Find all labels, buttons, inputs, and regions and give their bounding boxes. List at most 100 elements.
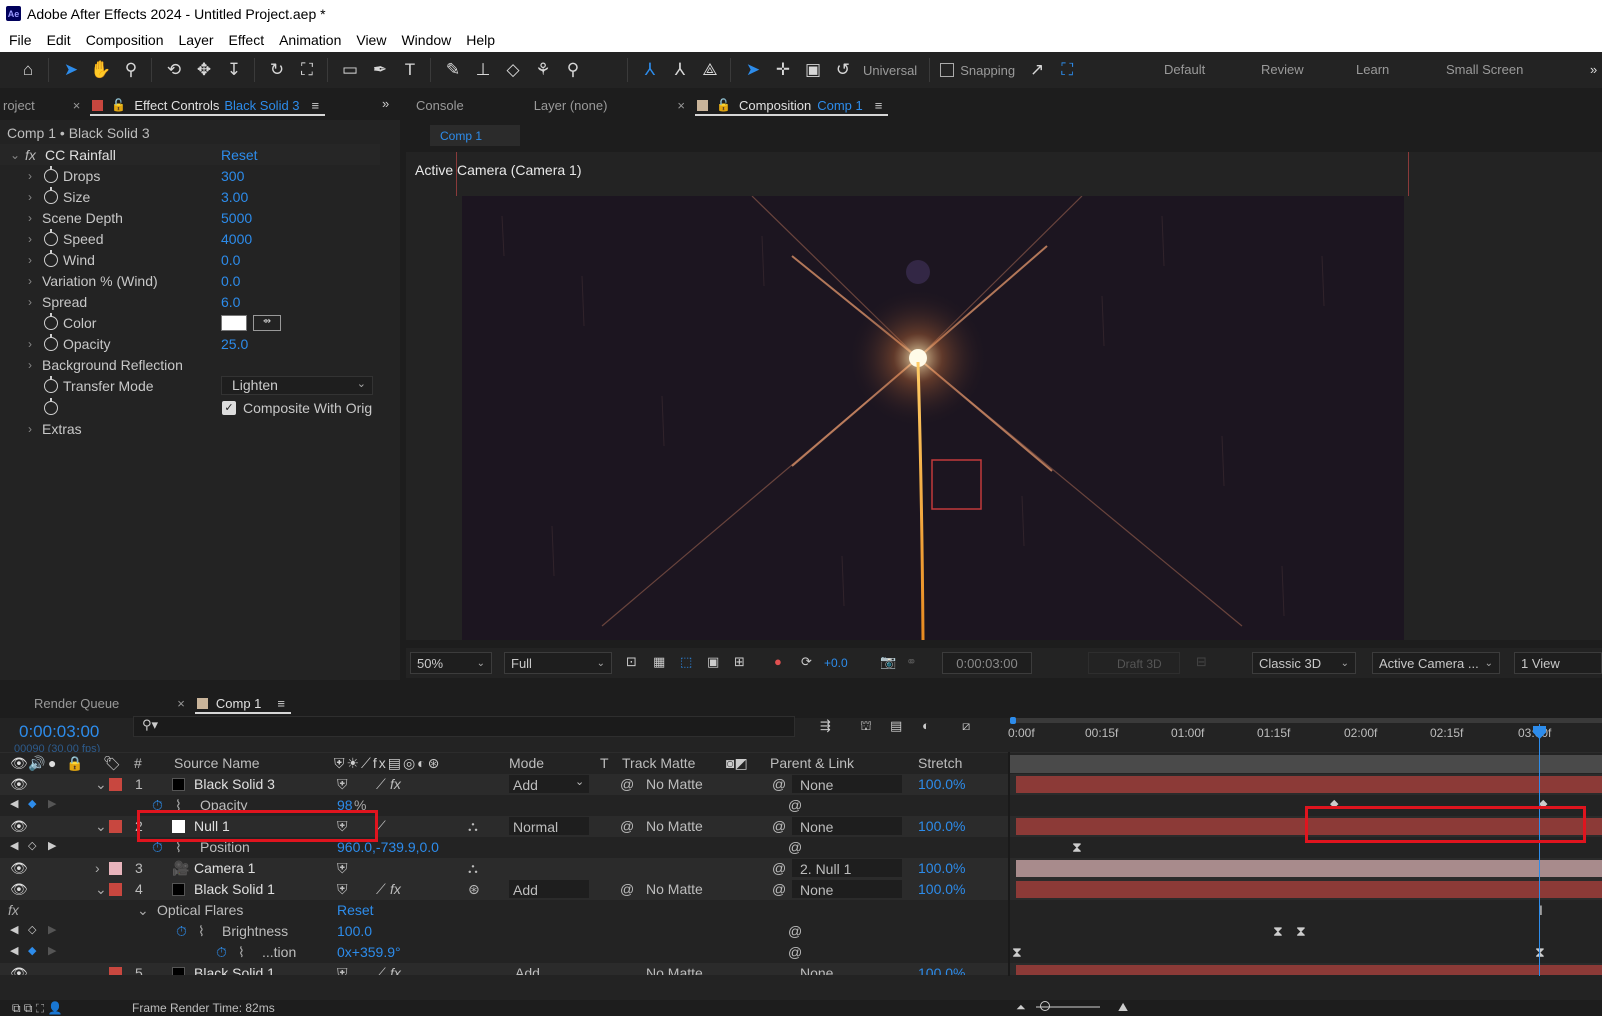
prop-speed[interactable]: › Speed 4000 [0,228,380,249]
snapping-checkbox[interactable] [940,63,955,77]
workspace-learn[interactable]: Learn [1356,62,1389,77]
fx-icon[interactable]: fx [25,147,36,163]
composition-viewer[interactable]: Active Camera (Camera 1) [406,152,1602,640]
menu-edit[interactable]: Edit [47,32,71,48]
rectangle-tool-icon[interactable]: ▭ [336,56,364,84]
tab-comp-timeline[interactable]: Comp 1 ≡ [185,688,295,718]
stretch-value[interactable]: 100.0% [918,860,965,876]
snapshot-camera-icon[interactable]: 📷 [880,654,896,670]
fast-previews-icon[interactable]: ⊡ [626,654,637,670]
property-row-brightness[interactable]: ◀ ◇ ▶ ⏱ ⌇ Brightness 100.0 @ ⧗ ⧗ [0,921,1602,942]
quality-switch-icon[interactable]: ⟋ [376,881,386,898]
shy-switch-icon[interactable]: ⛨ [337,965,348,975]
close-icon[interactable]: × [177,696,185,711]
next-keyframe-icon[interactable]: ▶ [48,797,56,810]
zoom-out-icon[interactable]: ⏶ [1016,1000,1026,1015]
draft-3d-toggle[interactable]: Draft 3D [1088,652,1180,674]
menu-effect[interactable]: Effect [229,32,265,48]
puppet-pin-icon[interactable]: ⚲ [559,56,587,84]
prop-composite[interactable]: ✓ Composite With Orig [0,397,380,418]
status-icons[interactable]: ⧉ ⧉ ⛶ 👤 [12,1001,62,1016]
prev-keyframe-icon[interactable]: ◀ [10,839,18,852]
eye-icon[interactable]: 👁 [10,965,28,975]
menu-view[interactable]: View [356,32,386,48]
reset-exposure-icon[interactable]: ⟳ [801,654,812,670]
timeline-divider[interactable] [1008,752,1010,976]
track-matte-link-icon[interactable]: @ [620,776,634,792]
lock-icon[interactable]: 🔓 [716,98,731,112]
stopwatch-icon[interactable] [44,375,58,393]
stopwatch-icon[interactable] [44,228,58,246]
rotate-icon[interactable]: ↺ [829,56,857,84]
camera-view-dropdown[interactable]: Active Camera ... ⌄ [1372,652,1500,674]
prev-keyframe-icon[interactable]: ◀ [10,923,18,936]
track-matte-dropdown[interactable]: No Matte [646,776,703,792]
stopwatch-icon[interactable]: ⏱ [216,944,227,961]
prop-spread[interactable]: › Spread 6.0 [0,291,380,312]
pan-behind-icon[interactable]: ⛶ [293,56,321,84]
chevron-down-icon[interactable]: ⌄ [95,776,107,793]
expand-panels-icon[interactable]: » [382,96,389,111]
workspace-default[interactable]: Default [1164,62,1205,77]
composite-checkbox[interactable]: ✓ [222,401,236,415]
layer-name[interactable]: Black Solid 1 [194,965,275,975]
track-matte-dropdown[interactable]: No Matte [646,965,703,975]
parent-dropdown[interactable]: None [792,880,902,898]
track-matte-link-icon[interactable]: @ [620,818,634,834]
lock-icon[interactable]: 🔒 [66,755,83,772]
brush-tool-icon[interactable]: ✎ [439,56,467,84]
eraser-tool-icon[interactable]: ◇ [499,56,527,84]
label-color[interactable] [109,820,122,833]
graph-icon[interactable]: ⌇ [198,923,205,940]
pickwhip-icon[interactable]: @ [772,881,786,897]
exposure-value[interactable]: +0.0 [824,656,848,670]
keyframe-ease-icon[interactable]: ⧗ [1012,944,1022,961]
stopwatch-icon[interactable] [44,249,58,267]
stopwatch-icon[interactable] [44,186,58,204]
next-keyframe-icon[interactable]: ▶ [48,923,56,936]
shy-layers-icon[interactable]: ⛫ [860,718,872,736]
prop-extras[interactable]: › Extras [0,418,380,439]
close-icon[interactable]: × [677,98,685,113]
tab-console[interactable]: Console [406,90,474,120]
eye-icon[interactable]: 👁 [10,755,28,772]
keyframe-ease-icon[interactable]: ⧗ [1296,923,1306,940]
blend-mode-dropdown[interactable]: Normal [509,817,589,835]
comp-flowchart-chip[interactable]: Comp 1 [430,125,520,146]
selection-tool-icon[interactable]: ➤ [57,56,85,84]
add-keyframe-icon[interactable]: ◇ [28,923,36,936]
pan-camera-icon[interactable]: ✥ [190,56,218,84]
menu-layer[interactable]: Layer [179,32,214,48]
prop-color[interactable]: Color ⇴ [0,312,380,333]
layer-search-input[interactable]: ⚲▾ [133,716,795,737]
region-of-interest-icon[interactable]: ▣ [707,654,719,670]
home-icon[interactable]: ⌂ [14,56,42,84]
solo-icon[interactable]: ● [48,755,56,771]
chevron-down-icon[interactable]: ⌄ [137,902,149,919]
local-axis-icon[interactable]: ⅄ [636,56,664,84]
next-keyframe-icon[interactable]: ▶ [48,944,56,957]
prop-scene-depth[interactable]: › Scene Depth 5000 [0,207,380,228]
rotate-tool-icon[interactable]: ↻ [263,56,291,84]
prev-keyframe-icon[interactable]: ◀ [10,797,18,810]
panel-menu-icon[interactable]: ≡ [875,98,883,113]
work-area-bar[interactable] [1010,755,1602,773]
playhead-line[interactable] [1539,724,1540,976]
blend-mode-dropdown[interactable]: Add [515,965,540,975]
zoom-dropdown[interactable]: 50% ⌄ [410,652,492,674]
clone-stamp-icon[interactable]: ⊥ [469,56,497,84]
expression-pickwhip-icon[interactable]: @ [788,797,802,813]
prop-size[interactable]: › Size 3.00 [0,186,380,207]
expression-pickwhip-icon[interactable]: @ [788,944,802,960]
layer-row-5[interactable]: 👁 5 Black Solid 1 ⛨ ⟋ fx Add No Matte No… [0,963,1602,975]
motion-blur-icon[interactable]: ◐ [922,718,930,733]
zoom-slider-thumb[interactable] [1040,1001,1050,1011]
view-layout-dropdown[interactable]: 1 View [1514,652,1602,674]
layer-row-3[interactable]: 👁 › 3 🎥 Camera 1 ⛨ ⛬ @ 2. Null 1 100.0% [0,858,1602,879]
parent-dropdown[interactable]: None [792,817,902,835]
workspace-more-icon[interactable]: » [1590,62,1597,77]
3d-layer-icon[interactable]: ⊛ [468,881,480,898]
resolution-dropdown[interactable]: Full ⌄ [504,652,612,674]
snap-options-icon[interactable]: ⛶ [1053,56,1081,84]
composition-mini-flowchart-icon[interactable]: ⇶ [820,718,831,734]
